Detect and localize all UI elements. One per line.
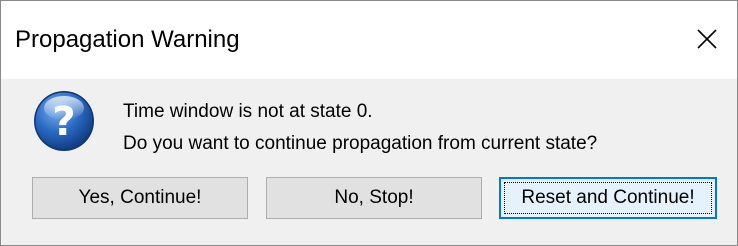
no-stop-button[interactable]: No, Stop! <box>266 177 482 219</box>
message-line-1: Time window is not at state 0. <box>123 101 373 122</box>
close-icon <box>697 29 717 49</box>
question-icon: ? <box>34 91 94 151</box>
dialog-title: Propagation Warning <box>15 26 240 53</box>
close-button[interactable] <box>681 15 733 63</box>
svg-text:?: ? <box>52 99 75 145</box>
propagation-warning-dialog: Propagation Warning ? Time window is not… <box>0 0 738 246</box>
dialog-body: ? Time window is not at state 0. Do you … <box>1 79 737 245</box>
yes-continue-button[interactable]: Yes, Continue! <box>32 177 248 219</box>
message-line-2: Do you want to continue propagation from… <box>123 133 598 154</box>
warning-message: Time window is not at state 0. Do you wa… <box>123 96 597 160</box>
title-bar: Propagation Warning <box>1 1 737 79</box>
reset-and-continue-label: Reset and Continue! <box>521 187 695 208</box>
reset-and-continue-button[interactable]: Reset and Continue! <box>499 177 717 219</box>
